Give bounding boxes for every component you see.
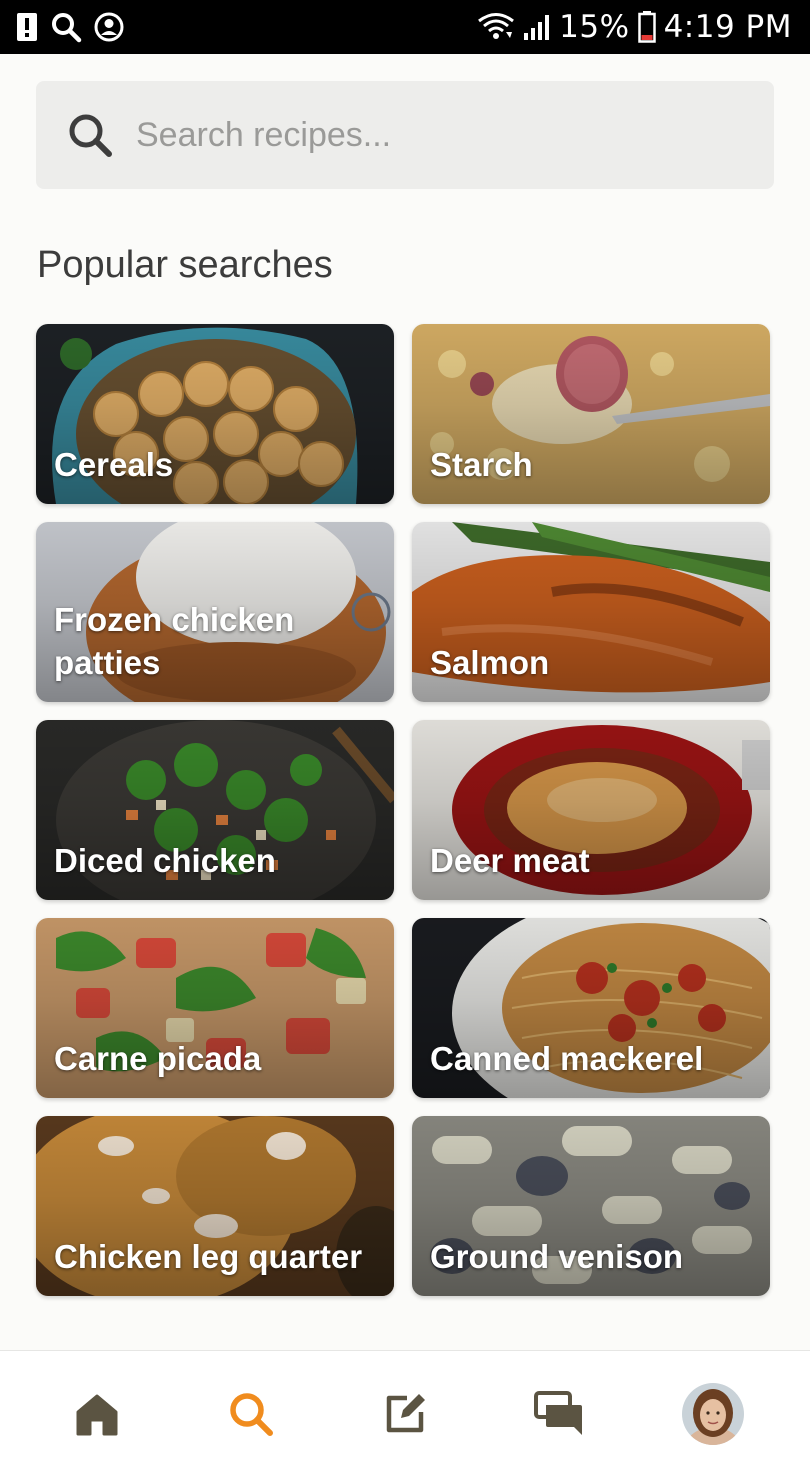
tile-label: Canned mackerel [430,1040,704,1077]
clock: 4:19 PM [663,9,792,45]
alert-icon [16,12,38,42]
edit-icon [386,1393,425,1432]
nav-home[interactable] [52,1369,142,1459]
nav-search[interactable] [206,1369,296,1459]
wifi-icon [477,12,515,42]
tile-label: Deer meat [430,842,590,879]
tile-label: Carne picada [54,1040,262,1077]
tile-label: Ground venison [430,1238,684,1275]
popular-search-tile-deer-meat[interactable]: Deer meat [412,720,770,900]
popular-searches-heading: Popular searches [37,244,333,286]
battery-low-icon [637,11,656,43]
tile-label: Starch [430,446,533,483]
status-bar: 15% 4:19 PM [0,0,810,54]
popular-searches-grid: Cereals Starch Frozen chicken patties Sa… [36,324,770,1296]
chat-icon [534,1390,582,1435]
popular-search-tile-canned-mackerel[interactable]: Canned mackerel [412,918,770,1098]
tile-label: Cereals [54,446,174,483]
search-icon [66,111,114,159]
search-icon [230,1392,273,1436]
popular-search-tile-carne-picada[interactable]: Carne picada [36,918,394,1098]
search-input[interactable] [136,115,696,155]
search-bar[interactable] [36,81,774,189]
home-icon [76,1394,118,1435]
tile-label: Frozen chicken patties [54,601,295,681]
signal-icon [523,13,551,41]
nav-create[interactable] [360,1369,450,1459]
search-icon [50,11,82,43]
nav-chat[interactable] [514,1369,604,1459]
popular-search-tile-diced-chicken[interactable]: Diced chicken [36,720,394,900]
account-circle-icon [94,12,124,42]
tile-label: Diced chicken [54,842,276,879]
tile-label: Salmon [430,644,550,681]
avatar [682,1382,744,1445]
popular-search-tile-ground-venison[interactable]: Ground venison [412,1116,770,1296]
nav-profile[interactable] [668,1369,758,1459]
popular-search-tile-chicken-leg-quarter[interactable]: Chicken leg quarter [36,1116,394,1296]
popular-search-tile-salmon[interactable]: Salmon [412,522,770,702]
popular-search-tile-frozen-chicken-patties[interactable]: Frozen chicken patties [36,522,394,702]
popular-search-tile-starch[interactable]: Starch [412,324,770,504]
popular-search-tile-cereals[interactable]: Cereals [36,324,394,504]
tile-label: Chicken leg quarter [54,1238,363,1275]
bottom-navigation [0,1350,810,1476]
battery-percent: 15% [559,9,630,45]
